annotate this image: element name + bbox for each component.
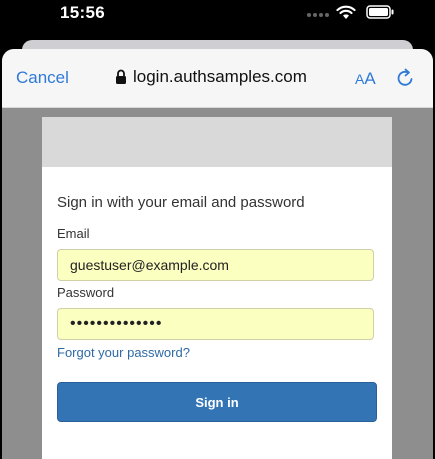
text-size-icon[interactable]: AA xyxy=(355,69,376,89)
sign-in-button[interactable]: Sign in xyxy=(57,382,377,422)
login-heading: Sign in with your email and password xyxy=(57,194,305,211)
text-size-small: A xyxy=(355,71,365,87)
lock-icon xyxy=(116,69,126,84)
address-bar[interactable]: login.authsamples.com xyxy=(115,67,307,87)
browser-sheet: Cancel login.authsamples.com AA Sign in … xyxy=(2,49,433,459)
password-label: Password xyxy=(57,285,115,300)
login-card: Sign in with your email and password Ema… xyxy=(42,117,392,459)
browser-toolbar: Cancel login.authsamples.com AA xyxy=(2,49,433,108)
status-time: 15:56 xyxy=(60,3,105,22)
cancel-button[interactable]: Cancel xyxy=(16,68,69,88)
battery-icon xyxy=(366,5,394,19)
email-label: Email xyxy=(57,226,90,241)
wifi-icon xyxy=(336,5,356,19)
signal-dots-icon xyxy=(307,13,329,17)
card-header xyxy=(42,117,392,167)
password-field[interactable]: •••••••••••••• xyxy=(57,308,374,340)
text-size-large: A xyxy=(364,69,376,88)
url-text: login.authsamples.com xyxy=(133,67,307,86)
reload-icon[interactable] xyxy=(394,67,416,89)
email-field[interactable]: guestuser@example.com xyxy=(57,249,374,281)
forgot-password-link[interactable]: Forgot your password? xyxy=(57,345,190,360)
status-bar: 15:56 xyxy=(0,0,435,28)
